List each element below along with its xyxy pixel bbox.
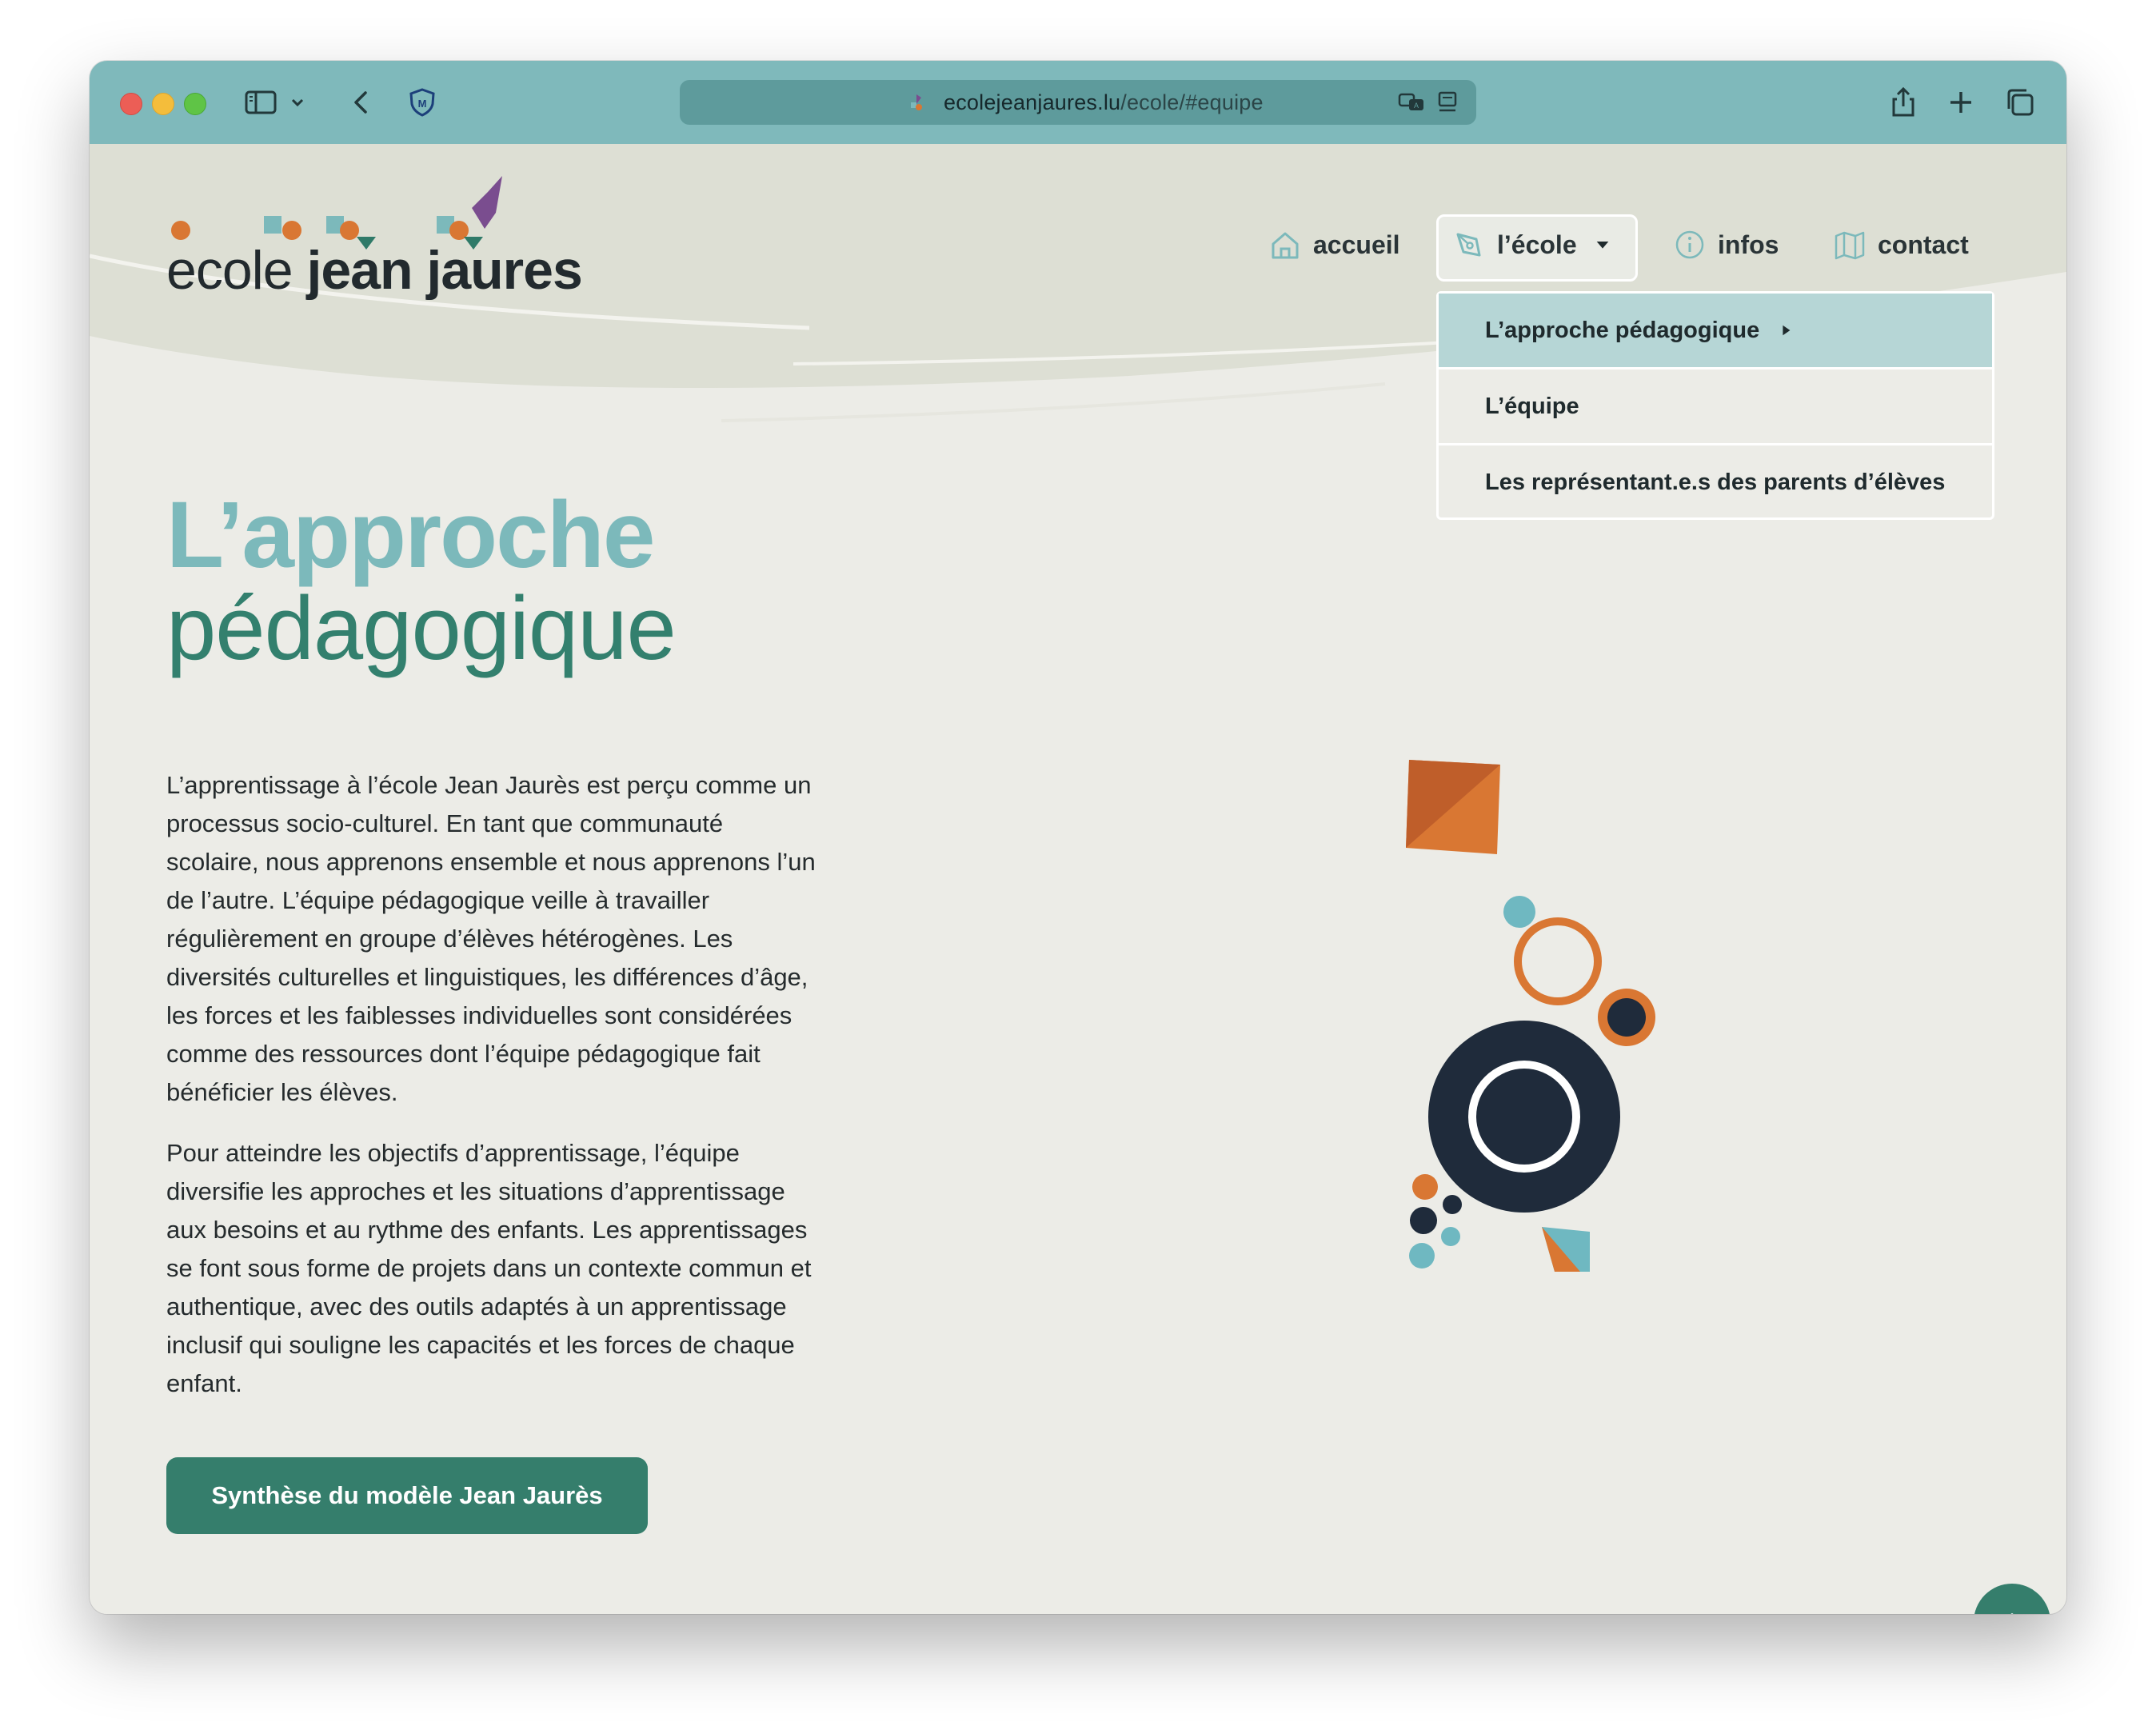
back-to-top-button[interactable]: [1974, 1584, 2050, 1614]
back-arrow-icon[interactable]: [344, 85, 379, 120]
page-title-line1: L’approche: [166, 482, 655, 588]
nav-item-infos[interactable]: infos: [1673, 219, 1779, 270]
nav-item-contact[interactable]: contact: [1833, 219, 1969, 270]
map-icon: [1835, 231, 1865, 260]
minimize-window-button[interactable]: [152, 93, 174, 115]
browser-toolbar: M ecolejeanjaures.lu/ecole/#equipe A: [90, 61, 2066, 144]
nav-label-accueil: accueil: [1313, 230, 1400, 259]
svg-text:A: A: [1414, 102, 1419, 110]
reader-mode-icon[interactable]: [1435, 90, 1462, 115]
home-icon: [1272, 232, 1299, 259]
svg-text:M: M: [418, 98, 427, 110]
tab-overview-icon[interactable]: [2002, 85, 2038, 120]
nav-item-accueil[interactable]: accueil: [1268, 219, 1400, 270]
caret-right-icon: [1783, 325, 1791, 336]
sidebar-toggle-icon[interactable]: [243, 85, 278, 120]
site-logo-text[interactable]: ecole jean jaures: [166, 243, 583, 298]
decorative-illustration: [1406, 760, 1655, 1272]
synthese-button[interactable]: Synthèse du modèle Jean Jaurès: [166, 1457, 648, 1534]
nav-label-ecole: l’école: [1497, 230, 1577, 259]
ecole-dropdown-menu: L’approche pédagogique L’équipe Les repr…: [1436, 291, 1994, 520]
nav-label-infos: infos: [1718, 230, 1779, 259]
info-icon: [1675, 230, 1704, 259]
dropdown-item-parents[interactable]: Les représentant.e.s des parents d’élève…: [1439, 445, 1992, 519]
intro-paragraph: L’apprentissage à l’école Jean Jaurès es…: [166, 771, 816, 1106]
new-tab-plus-icon[interactable]: [1943, 85, 1978, 120]
address-bar[interactable]: ecolejeanjaures.lu/ecole/#equipe A: [680, 80, 1476, 125]
web-page: ecole jean jaures accueil l’école infos …: [90, 144, 2066, 1614]
url-text: ecolejeanjaures.lu/ecole/#equipe: [944, 90, 1264, 114]
close-window-button[interactable]: [120, 93, 142, 115]
dropdown-label-parents: Les représentant.e.s des parents d’élève…: [1485, 469, 1946, 495]
translate-icon[interactable]: A: [1398, 90, 1425, 115]
pen-nib-icon: [1456, 233, 1481, 257]
dropdown-item-equipe[interactable]: L’équipe: [1439, 370, 1992, 443]
site-favicon-icon: [905, 91, 928, 114]
dropdown-item-approche[interactable]: L’approche pédagogique: [1439, 294, 1992, 367]
shield-extension-icon[interactable]: M: [405, 85, 440, 120]
zoom-window-button[interactable]: [184, 93, 206, 115]
page-title-line2: pédagogique: [166, 578, 677, 678]
dropdown-label-approche: L’approche pédagogique: [1485, 317, 1760, 343]
objectives-paragraph: Pour atteindre les objectifs d’apprentis…: [166, 1139, 812, 1397]
browser-window: M ecolejeanjaures.lu/ecole/#equipe A eco…: [90, 61, 2066, 1614]
caret-down-icon: [1596, 242, 1608, 249]
nav-label-contact: contact: [1878, 230, 1969, 259]
share-icon[interactable]: [1886, 85, 1921, 120]
chevron-down-icon[interactable]: [288, 85, 307, 120]
nav-item-ecole[interactable]: l’école: [1452, 219, 1614, 270]
arrow-up-icon: [2010, 1613, 2014, 1614]
dropdown-label-equipe: L’équipe: [1485, 393, 1579, 419]
